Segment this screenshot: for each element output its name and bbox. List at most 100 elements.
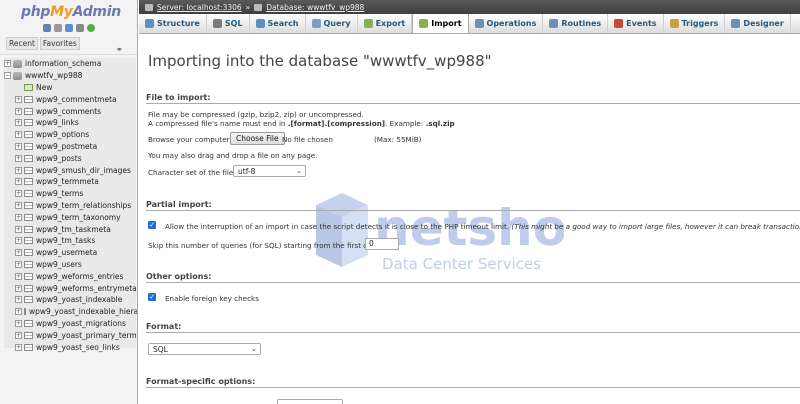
sql-icon xyxy=(212,19,222,28)
allow-interrupt-checkbox[interactable]: ✓ xyxy=(148,221,156,229)
tab-label: Designer xyxy=(743,19,784,28)
skip-queries-input[interactable]: 0 xyxy=(365,238,399,250)
file-to-import-heading: File to import: xyxy=(146,93,211,102)
expand-icon[interactable]: + xyxy=(15,225,22,233)
triggers-icon xyxy=(669,19,679,28)
recent-tab[interactable]: Recent xyxy=(6,37,38,50)
expand-icon[interactable]: + xyxy=(15,107,22,115)
breadcrumb-database[interactable]: Database: wwwtfv_wp988 xyxy=(266,3,364,12)
expand-icon[interactable]: + xyxy=(15,213,22,221)
settings-icon[interactable] xyxy=(76,24,84,32)
home-icon[interactable] xyxy=(43,24,51,32)
tab-events[interactable]: Events xyxy=(608,14,664,33)
tab-search[interactable]: Search xyxy=(250,14,306,33)
tree-item-label: wpw9_yoast_primary_term xyxy=(36,330,137,340)
tab-import[interactable]: Import xyxy=(412,14,469,33)
expand-icon[interactable]: − xyxy=(4,72,11,80)
tree-table-item[interactable]: + wpw9_users xyxy=(4,259,137,271)
tree-table-item[interactable]: + wpw9_weforms_entrymeta xyxy=(4,282,137,294)
expand-icon[interactable]: + xyxy=(15,272,22,280)
tree-item-label: wpw9_postmeta xyxy=(36,141,98,151)
expand-icon[interactable]: + xyxy=(15,343,22,351)
tree-table-item[interactable]: + wpw9_smush_dir_images xyxy=(4,164,137,176)
tree-table-item[interactable]: + wpw9_commentmeta xyxy=(4,93,137,105)
format-specific-select[interactable] xyxy=(277,399,343,404)
tree-table-item[interactable]: + wpw9_term_taxonomy xyxy=(4,211,137,223)
tree-new-item[interactable]: New xyxy=(4,82,137,94)
expand-icon[interactable]: + xyxy=(15,166,22,174)
tree-table-item[interactable]: + wpw9_links xyxy=(4,117,137,129)
expand-icon[interactable]: + xyxy=(15,308,22,316)
tab-export[interactable]: Export xyxy=(358,14,413,33)
search-icon xyxy=(255,19,265,28)
ext-note-prefix: A compressed file's name must end in xyxy=(148,119,288,128)
tree-table-item[interactable]: + wpw9_yoast_indexable xyxy=(4,294,137,306)
logout-icon[interactable] xyxy=(54,24,62,32)
tree-table-item[interactable]: + wpw9_tm_tasks xyxy=(4,235,137,247)
expand-icon[interactable]: + xyxy=(4,60,11,68)
tree-database-item[interactable]: − wwwtfv_wp988 xyxy=(4,70,137,82)
tab-query[interactable]: Query xyxy=(306,14,358,33)
tab-operations[interactable]: Operations xyxy=(469,14,544,33)
tree-table-item[interactable]: + wpw9_usermeta xyxy=(4,247,137,259)
choose-file-button[interactable]: Choose File xyxy=(230,132,285,145)
expand-icon[interactable]: + xyxy=(15,296,22,304)
recent-favorites-tabs: Recent Favorites xyxy=(6,37,80,50)
help-icon[interactable] xyxy=(65,24,73,32)
tab-sql[interactable]: SQL xyxy=(207,14,250,33)
expand-icon[interactable]: + xyxy=(15,119,22,127)
tree-item-label: wpw9_commentmeta xyxy=(36,94,117,104)
tree-table-item[interactable]: + wpw9_term_relationships xyxy=(4,200,137,212)
table-icon xyxy=(24,343,33,351)
expand-icon[interactable]: + xyxy=(15,319,22,327)
tree-item-label: wpw9_term_taxonomy xyxy=(36,212,121,222)
format-value: SQL xyxy=(153,344,168,354)
main-content: Importing into the database "wwwtfv_wp98… xyxy=(139,35,800,404)
tree-table-item[interactable]: + wpw9_yoast_indexable_hiera xyxy=(4,306,137,318)
tree-table-item[interactable]: + wpw9_terms xyxy=(4,188,137,200)
tab-designer[interactable]: Designer xyxy=(725,14,791,33)
expand-icon[interactable]: + xyxy=(15,237,22,245)
tree-table-item[interactable]: + wpw9_options xyxy=(4,129,137,141)
tab-label: Structure xyxy=(157,19,200,28)
expand-icon[interactable]: + xyxy=(15,178,22,186)
tree-table-item[interactable]: + wpw9_yoast_primary_term xyxy=(4,329,137,341)
expand-icon[interactable]: + xyxy=(15,331,22,339)
skip-queries-label: Skip this number of queries (for SQL) st… xyxy=(148,241,380,250)
expand-icon[interactable]: + xyxy=(15,260,22,268)
tree-database-item[interactable]: + information_schema xyxy=(4,58,137,70)
tree-table-item[interactable]: + wpw9_postmeta xyxy=(4,141,137,153)
expand-icon[interactable]: + xyxy=(15,142,22,150)
reload-icon[interactable] xyxy=(87,24,95,32)
tab-label: Search xyxy=(267,19,299,28)
allow-interrupt-note: (This might be a good way to import larg… xyxy=(511,222,800,231)
tree-table-item[interactable]: + wpw9_yoast_seo_links xyxy=(4,341,137,353)
expand-icon[interactable]: + xyxy=(15,154,22,162)
max-size: (Max: 55MiB) xyxy=(374,135,422,144)
expand-icon[interactable]: + xyxy=(15,284,22,292)
tab-structure[interactable]: Structure xyxy=(139,14,207,33)
expand-icon[interactable]: + xyxy=(15,95,22,103)
link-icon[interactable]: ⚭ xyxy=(116,45,123,54)
tree-table-item[interactable]: + wpw9_yoast_migrations xyxy=(4,318,137,330)
tree-table-item[interactable]: + wpw9_comments xyxy=(4,105,137,117)
expand-icon[interactable]: + xyxy=(15,249,22,257)
tree-table-item[interactable]: + wpw9_tm_taskmeta xyxy=(4,223,137,235)
expand-icon[interactable]: + xyxy=(15,131,22,139)
charset-select[interactable]: utf-8 ⌄ xyxy=(233,165,306,177)
format-select[interactable]: SQL ⌄ xyxy=(148,343,261,355)
table-icon xyxy=(24,213,33,221)
tree-table-item[interactable]: + wpw9_weforms_entries xyxy=(4,270,137,282)
tab-routines[interactable]: Routines xyxy=(543,14,609,33)
phpmyadmin-logo[interactable]: phpMyAdmin xyxy=(21,4,121,20)
browse-label: Browse your computer: xyxy=(148,135,232,144)
foreign-key-checkbox[interactable]: ✓ xyxy=(148,293,156,301)
tree-table-item[interactable]: + wpw9_termmeta xyxy=(4,176,137,188)
tree-table-item[interactable]: + wpw9_posts xyxy=(4,152,137,164)
tab-triggers[interactable]: Triggers xyxy=(664,14,726,33)
breadcrumb-server[interactable]: Server: localhost:3306 xyxy=(157,3,242,12)
expand-icon[interactable]: + xyxy=(15,190,22,198)
breadcrumb: Server: localhost:3306 » Database: wwwtf… xyxy=(139,0,800,14)
expand-icon[interactable]: + xyxy=(15,201,22,209)
favorites-tab[interactable]: Favorites xyxy=(39,37,80,50)
